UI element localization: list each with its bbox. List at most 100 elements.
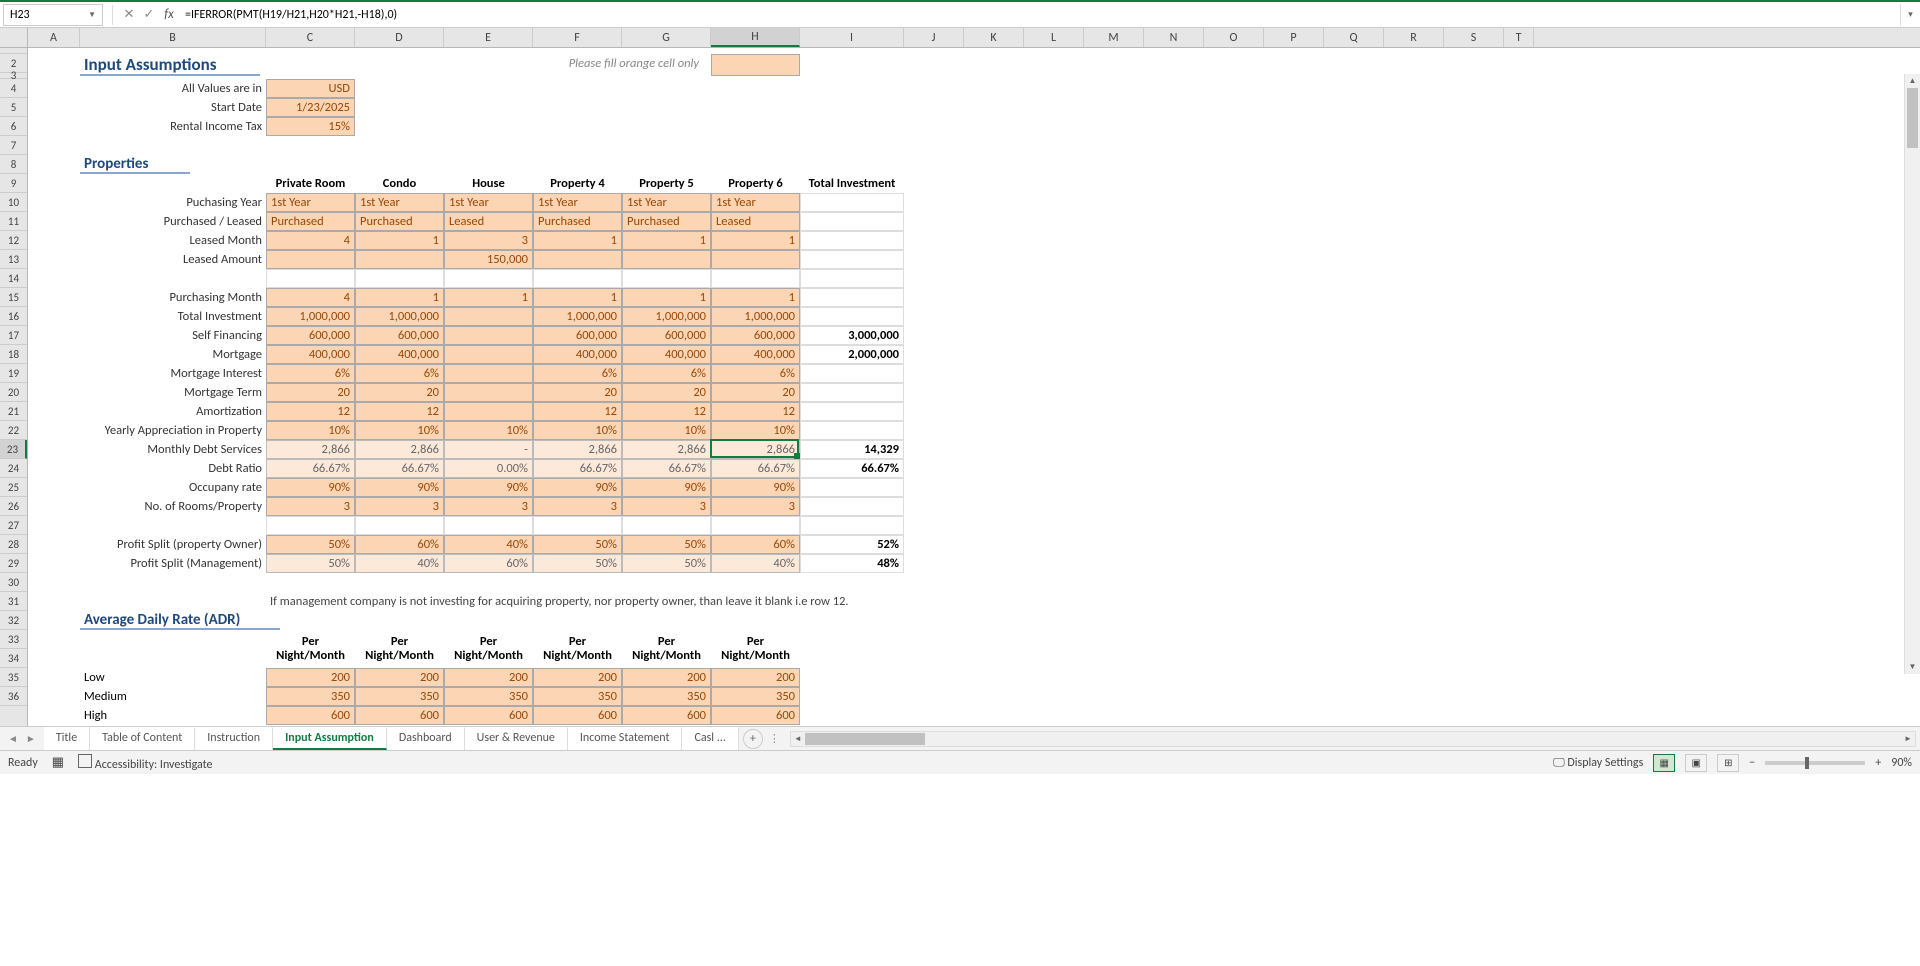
col-header-B[interactable]: B bbox=[80, 28, 266, 47]
row-header-33[interactable]: 33 bbox=[0, 630, 27, 649]
cell-G12[interactable]: 1 bbox=[622, 231, 711, 250]
scroll-right-icon[interactable]: ► bbox=[1901, 734, 1915, 744]
fx-icon[interactable]: fx bbox=[159, 5, 179, 25]
cell-I23[interactable]: 14,329 bbox=[800, 440, 904, 459]
cell-E24[interactable]: 0.00% bbox=[444, 459, 533, 478]
cell-G36[interactable]: 600 bbox=[622, 706, 711, 725]
cell-F20[interactable]: 20 bbox=[533, 383, 622, 402]
cell-B34[interactable]: Low bbox=[80, 668, 266, 687]
add-sheet-button[interactable]: + bbox=[743, 729, 763, 749]
cell-C21[interactable]: 12 bbox=[266, 402, 355, 421]
cell-C23[interactable]: 2,866 bbox=[266, 440, 355, 459]
cell-H14[interactable] bbox=[711, 269, 800, 288]
cell-I9[interactable]: Total Investment bbox=[800, 174, 904, 193]
cell-I19[interactable] bbox=[800, 364, 904, 383]
cell-H35[interactable]: 350 bbox=[711, 687, 800, 706]
row-header-32[interactable]: 32 bbox=[0, 611, 27, 630]
zoom-in-button[interactable]: + bbox=[1875, 756, 1881, 770]
cell-I15[interactable] bbox=[800, 288, 904, 307]
cell-C14[interactable] bbox=[266, 269, 355, 288]
row-header-35[interactable]: 35 bbox=[0, 668, 27, 687]
sheet-tab-casl-[interactable]: Casl ... bbox=[682, 727, 738, 750]
cell-E28[interactable]: 40% bbox=[444, 535, 533, 554]
cell-I20[interactable] bbox=[800, 383, 904, 402]
cell-G10[interactable]: 1st Year bbox=[622, 193, 711, 212]
page-layout-view-button[interactable]: ▣ bbox=[1685, 754, 1707, 772]
cell-C4[interactable]: USD bbox=[266, 79, 355, 98]
normal-view-button[interactable]: ▦ bbox=[1653, 754, 1675, 772]
cell-F34[interactable]: 200 bbox=[533, 668, 622, 687]
cell-B11[interactable]: Purchased / Leased bbox=[80, 212, 266, 231]
cell-D24[interactable]: 66.67% bbox=[355, 459, 444, 478]
cell-F24[interactable]: 66.67% bbox=[533, 459, 622, 478]
cell-E17[interactable] bbox=[444, 326, 533, 345]
col-header-N[interactable]: N bbox=[1144, 28, 1204, 47]
cell-E19[interactable] bbox=[444, 364, 533, 383]
cell-B28[interactable]: Profit Split (property Owner) bbox=[80, 535, 266, 554]
cell-G11[interactable]: Purchased bbox=[622, 212, 711, 231]
col-header-H[interactable]: H bbox=[711, 28, 800, 47]
cell-B6[interactable]: Rental Income Tax bbox=[80, 117, 266, 136]
row-header-11[interactable]: 11 bbox=[0, 212, 27, 231]
row-header-6[interactable]: 6 bbox=[0, 117, 27, 136]
cell-C11[interactable]: Purchased bbox=[266, 212, 355, 231]
cell-D18[interactable]: 400,000 bbox=[355, 345, 444, 364]
cell-E11[interactable]: Leased bbox=[444, 212, 533, 231]
cell-E34[interactable]: 200 bbox=[444, 668, 533, 687]
cell-D28[interactable]: 60% bbox=[355, 535, 444, 554]
row-header-30[interactable]: 30 bbox=[0, 573, 27, 592]
cell-C13[interactable] bbox=[266, 250, 355, 269]
cell-F11[interactable]: Purchased bbox=[533, 212, 622, 231]
display-settings-button[interactable]: 🖵 Display Settings bbox=[1553, 756, 1643, 770]
chevron-down-icon[interactable]: ▼ bbox=[88, 10, 96, 20]
cell-D23[interactable]: 2,866 bbox=[355, 440, 444, 459]
row-header-15[interactable]: 15 bbox=[0, 288, 27, 307]
cell-E22[interactable]: 10% bbox=[444, 421, 533, 440]
cell-E13[interactable]: 150,000 bbox=[444, 250, 533, 269]
cell-D9[interactable]: Condo bbox=[355, 174, 444, 193]
cell-D25[interactable]: 90% bbox=[355, 478, 444, 497]
col-header-E[interactable]: E bbox=[444, 28, 533, 47]
cell-E26[interactable]: 3 bbox=[444, 497, 533, 516]
cell-F18[interactable]: 400,000 bbox=[533, 345, 622, 364]
cell-D14[interactable] bbox=[355, 269, 444, 288]
hscroll-thumb[interactable] bbox=[805, 733, 925, 745]
cell-E14[interactable] bbox=[444, 269, 533, 288]
cell-B21[interactable]: Amortization bbox=[80, 402, 266, 421]
cell-G23[interactable]: 2,866 bbox=[622, 440, 711, 459]
cell-B12[interactable]: Leased Month bbox=[80, 231, 266, 250]
cell-D29[interactable]: 40% bbox=[355, 554, 444, 573]
cell-H13[interactable] bbox=[711, 250, 800, 269]
cell-F26[interactable]: 3 bbox=[533, 497, 622, 516]
row-header-25[interactable]: 25 bbox=[0, 478, 27, 497]
cell-H19[interactable]: 6% bbox=[711, 364, 800, 383]
cell-H12[interactable]: 1 bbox=[711, 231, 800, 250]
cell-C20[interactable]: 20 bbox=[266, 383, 355, 402]
cell-B15[interactable]: Purchasing Month bbox=[80, 288, 266, 307]
col-header-P[interactable]: P bbox=[1264, 28, 1324, 47]
cell-F12[interactable]: 1 bbox=[533, 231, 622, 250]
expand-formula-icon[interactable]: ▾ bbox=[1900, 4, 1920, 26]
cell-B36[interactable]: High bbox=[80, 706, 266, 725]
cell-D15[interactable]: 1 bbox=[355, 288, 444, 307]
row-header-23[interactable]: 23 bbox=[0, 440, 27, 459]
cell-B4[interactable]: All Values are in bbox=[80, 79, 266, 98]
cell-I17[interactable]: 3,000,000 bbox=[800, 326, 904, 345]
cell-I24[interactable]: 66.67% bbox=[800, 459, 904, 478]
cell-F9[interactable]: Property 4 bbox=[533, 174, 622, 193]
cell-C9[interactable]: Private Room bbox=[266, 174, 355, 193]
sheet-tab-instruction[interactable]: Instruction bbox=[195, 727, 273, 750]
col-header-L[interactable]: L bbox=[1024, 28, 1084, 47]
row-header-9[interactable]: 9 bbox=[0, 174, 27, 193]
row-header-7[interactable]: 7 bbox=[0, 136, 27, 155]
cell-C25[interactable]: 90% bbox=[266, 478, 355, 497]
cell-G24[interactable]: 66.67% bbox=[622, 459, 711, 478]
cell-G25[interactable]: 90% bbox=[622, 478, 711, 497]
cell-B18[interactable]: Mortgage bbox=[80, 345, 266, 364]
zoom-out-button[interactable]: − bbox=[1749, 756, 1755, 770]
cell-F36[interactable]: 600 bbox=[533, 706, 622, 725]
cell-C36[interactable]: 600 bbox=[266, 706, 355, 725]
cell-H20[interactable]: 20 bbox=[711, 383, 800, 402]
cell-H11[interactable]: Leased bbox=[711, 212, 800, 231]
row-header-18[interactable]: 18 bbox=[0, 345, 27, 364]
